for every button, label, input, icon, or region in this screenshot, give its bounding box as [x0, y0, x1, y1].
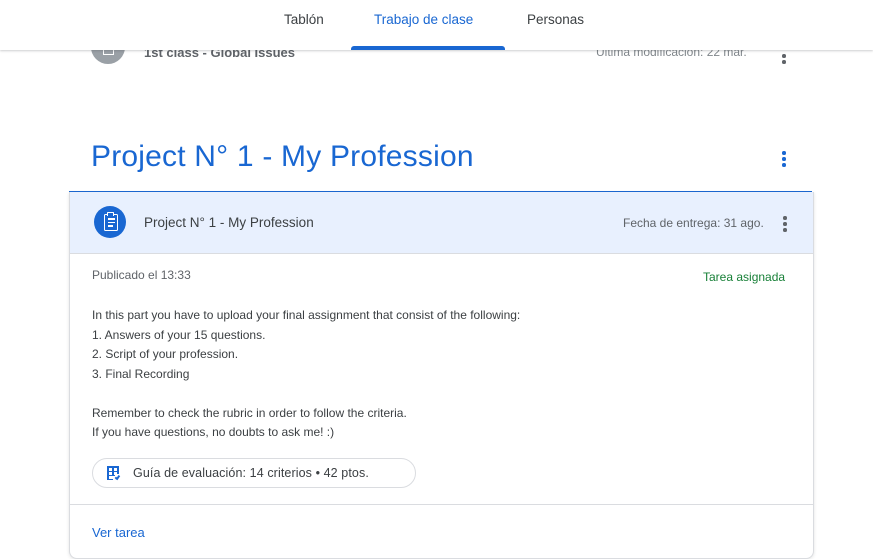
- tab-stream[interactable]: Tablón: [284, 12, 324, 27]
- description-line: In this part you have to upload your fin…: [92, 308, 521, 322]
- tab-people[interactable]: Personas: [527, 12, 584, 27]
- assignment-icon: [94, 206, 126, 238]
- assignment-icon: [91, 50, 125, 64]
- description-line: 1. Answers of your 15 questions.: [92, 327, 266, 342]
- previous-classwork-item[interactable]: 1st class - Global Issues Última modific…: [0, 50, 873, 68]
- rubric-label: Guía de evaluación: 14 criterios • 42 pt…: [133, 466, 369, 480]
- view-assignment-link[interactable]: Ver tarea: [92, 525, 145, 540]
- description-line: If you have questions, no doubts to ask …: [92, 425, 335, 439]
- more-options-icon[interactable]: [782, 54, 786, 64]
- class-nav-bar: Tablón Trabajo de clase Personas: [0, 0, 873, 50]
- tab-classwork[interactable]: Trabajo de clase: [374, 12, 473, 27]
- rubric-chip[interactable]: Guía de evaluación: 14 criterios • 42 pt…: [92, 458, 416, 488]
- card-divider: [70, 504, 813, 505]
- previous-item-title: 1st class - Global Issues: [144, 50, 296, 60]
- description-line: Remember to check the rubric in order to…: [92, 405, 407, 420]
- status-badge: Tarea asignada: [703, 270, 786, 284]
- topic-title: Project N° 1 - My Profession: [91, 140, 474, 173]
- rubric-icon: [107, 466, 120, 480]
- active-tab-indicator: [351, 46, 505, 50]
- description-line: [92, 384, 742, 404]
- description-line: 2. Script of your profession.: [92, 347, 239, 361]
- assignment-card: Project N° 1 - My Profession Fecha de en…: [69, 192, 814, 559]
- due-date: Fecha de entrega: 31 ago.: [623, 216, 764, 230]
- assignment-description: In this part you have to upload your fin…: [92, 306, 742, 443]
- assignment-title: Project N° 1 - My Profession: [144, 215, 314, 230]
- assignment-more-options-icon[interactable]: [783, 216, 787, 232]
- description-line: 3. Final Recording: [92, 366, 190, 381]
- topic-more-options-icon[interactable]: [782, 151, 786, 167]
- previous-item-modified: Última modificación: 22 mar.: [596, 50, 747, 59]
- published-time: Publicado el 13:33: [92, 268, 191, 282]
- assignment-card-header[interactable]: Project N° 1 - My Profession Fecha de en…: [70, 192, 813, 254]
